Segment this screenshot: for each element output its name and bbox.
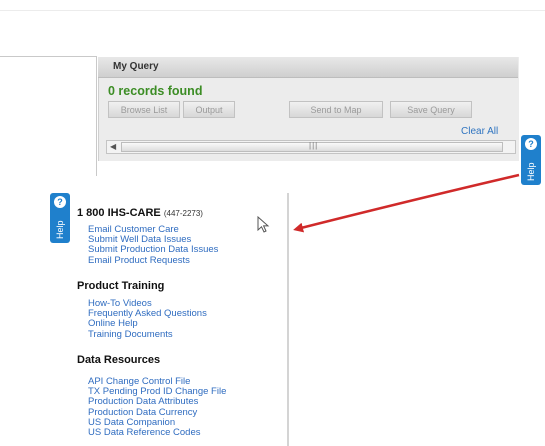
- annotation-arrow: [293, 173, 520, 233]
